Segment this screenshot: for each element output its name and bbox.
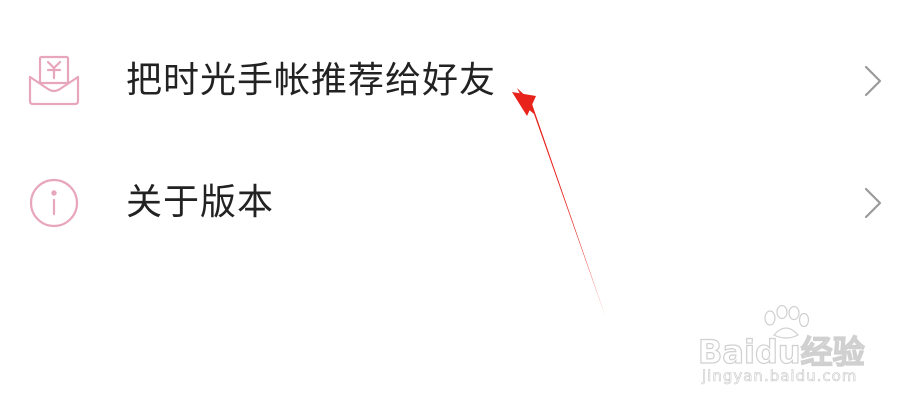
menu-item-recommend-to-friends[interactable]: 把时光手帐推荐给好友: [0, 36, 909, 126]
watermark-url: jingyan.baidu.com: [702, 367, 858, 386]
baidu-jingyan-watermark: Baidu经验 jingyan.baidu.com: [690, 305, 900, 395]
menu-item-about-version[interactable]: 关于版本: [0, 158, 909, 248]
chevron-right-icon: [858, 61, 888, 101]
menu-item-label: 把时光手帐推荐给好友: [126, 60, 497, 101]
red-envelope-yuan-icon: [26, 53, 82, 109]
info-circle-icon: [26, 175, 82, 231]
settings-screen: 把时光手帐推荐给好友 关于版本 Baidu经验 jingyan.baidu.co…: [0, 0, 909, 407]
chevron-right-icon: [858, 183, 888, 223]
menu-item-label: 关于版本: [126, 182, 275, 223]
